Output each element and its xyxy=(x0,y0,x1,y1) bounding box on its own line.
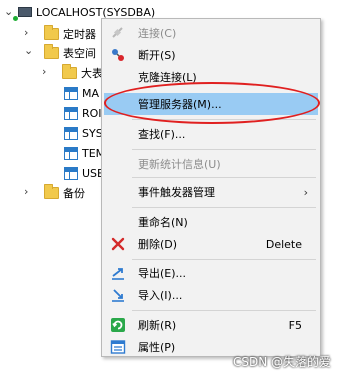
folder-icon xyxy=(44,44,59,59)
tree-item-label: 备份 xyxy=(63,186,85,200)
tree-item-label: ROI xyxy=(82,106,102,120)
tablespace-icon xyxy=(64,146,78,160)
menu-item-shortcut: Delete xyxy=(265,237,302,251)
menu-item-event-trigger-management[interactable]: 事件触发器管理 › xyxy=(104,181,318,203)
menu-separator xyxy=(132,207,316,208)
menu-item-connect[interactable]: 连接(C) xyxy=(104,22,318,44)
menu-item-rename[interactable]: 重命名(N) xyxy=(104,211,318,233)
menu-item-label: 断开(S) xyxy=(138,49,176,62)
menu-separator xyxy=(132,259,316,260)
menu-item-clone-connection[interactable]: 克隆连接(L) xyxy=(104,66,318,88)
tablespace-icon xyxy=(64,126,78,140)
database-connection-icon xyxy=(13,7,32,21)
menu-item-label: 导入(I)... xyxy=(138,289,183,302)
tree-item-tablespace-main[interactable]: MA xyxy=(64,83,99,103)
menu-item-label: 导出(E)... xyxy=(138,267,187,280)
screenshot-stage: ⌄ LOCALHOST(SYSDBA) › 定时器 ⌄ 表空间 › 大表 MA … xyxy=(0,0,337,376)
menu-item-label: 更新统计信息(U) xyxy=(138,158,221,171)
menu-item-shortcut: F5 xyxy=(288,318,302,332)
menu-item-update-statistics[interactable]: 更新统计信息(U) xyxy=(104,153,318,175)
tree-item-backup[interactable]: › 备份 xyxy=(24,183,85,203)
menu-separator xyxy=(132,310,316,311)
menu-item-manage-server[interactable]: 管理服务器(M)... xyxy=(104,93,318,115)
menu-item-label: 事件触发器管理 xyxy=(138,186,215,199)
tree-item-timers[interactable]: › 定时器 xyxy=(24,24,96,44)
tree-item-label: 表空间 xyxy=(63,46,96,60)
tree-item-tablespace-user[interactable]: USE xyxy=(64,163,104,183)
import-icon xyxy=(110,287,126,303)
tree-item-label: SYS xyxy=(82,126,103,140)
folder-icon xyxy=(44,184,59,199)
menu-separator xyxy=(132,119,316,120)
tree-item-label: 大表 xyxy=(81,66,103,80)
tree-item-tablespaces[interactable]: ⌄ 表空间 xyxy=(24,43,96,63)
context-menu: 连接(C) 断开(S) 克隆连接(L) 管理服务器(M)... 查找(F)...… xyxy=(101,18,321,357)
menu-item-label: 重命名(N) xyxy=(138,216,188,229)
menu-item-import[interactable]: 导入(I)... xyxy=(104,284,318,306)
menu-item-label: 管理服务器(M)... xyxy=(138,98,222,111)
chevron-right-icon: › xyxy=(303,185,308,199)
menu-item-label: 删除(D) xyxy=(138,238,178,251)
folder-icon xyxy=(44,25,59,40)
folder-icon xyxy=(62,64,77,79)
menu-item-find[interactable]: 查找(F)... xyxy=(104,123,318,145)
delete-icon xyxy=(110,236,126,252)
connect-icon xyxy=(110,25,126,41)
menu-item-label: 属性(P) xyxy=(138,341,176,354)
chevron-right-icon[interactable]: › xyxy=(24,186,28,197)
tablespace-icon xyxy=(64,86,78,100)
menu-item-delete[interactable]: 删除(D) Delete xyxy=(104,233,318,255)
menu-item-export[interactable]: 导出(E)... xyxy=(104,262,318,284)
menu-separator xyxy=(132,177,316,178)
tree-item-tablespace-temp[interactable]: TEM xyxy=(64,143,105,163)
menu-separator xyxy=(132,149,316,150)
menu-item-label: 克隆连接(L) xyxy=(138,71,197,84)
tree-item-tablespace-roll[interactable]: ROI xyxy=(64,103,102,123)
tree-item-big-table[interactable]: › 大表 xyxy=(42,63,103,83)
tablespace-icon xyxy=(64,106,78,120)
menu-item-label: 查找(F)... xyxy=(138,128,186,141)
disconnect-icon xyxy=(110,47,126,63)
chevron-right-icon[interactable]: › xyxy=(24,27,28,38)
tree-item-tablespace-system[interactable]: SYS xyxy=(64,123,103,143)
chevron-down-icon[interactable]: ⌄ xyxy=(4,6,13,17)
tree-root-label: LOCALHOST(SYSDBA) xyxy=(36,5,156,19)
menu-item-label: 刷新(R) xyxy=(138,319,177,332)
tree-item-label: 定时器 xyxy=(63,27,96,41)
refresh-icon xyxy=(110,317,126,333)
tree-item-label: MA xyxy=(82,86,100,100)
menu-item-refresh[interactable]: 刷新(R) F5 xyxy=(104,314,318,336)
export-icon xyxy=(110,265,126,281)
menu-item-label: 连接(C) xyxy=(138,27,177,40)
properties-icon xyxy=(110,339,126,355)
chevron-right-icon[interactable]: › xyxy=(42,66,46,77)
menu-item-disconnect[interactable]: 断开(S) xyxy=(104,44,318,66)
chevron-down-icon[interactable]: ⌄ xyxy=(24,45,33,56)
watermark: CSDN @失落的爱 xyxy=(232,355,331,369)
tablespace-icon xyxy=(64,166,78,180)
